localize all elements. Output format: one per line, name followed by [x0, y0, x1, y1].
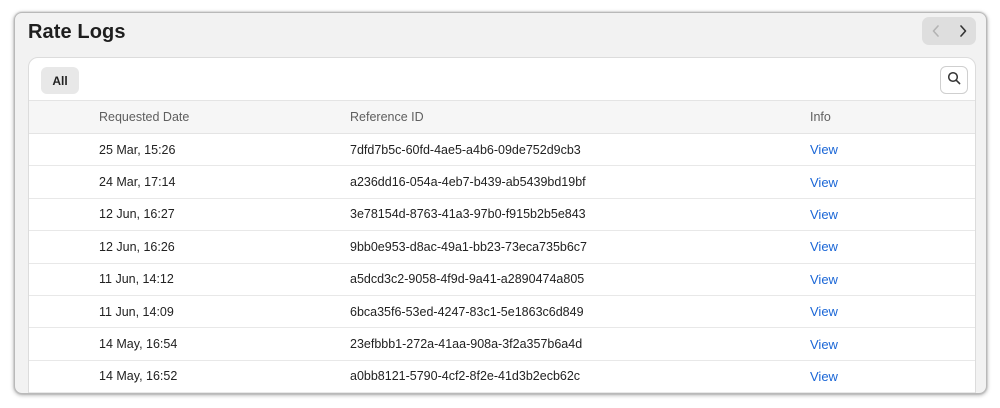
table-row: 14 May, 16:54 23efbbb1-272a-41aa-908a-3f… [29, 328, 975, 361]
requested-date-cell: 14 May, 16:54 [99, 337, 178, 352]
requested-date-cell: 11 Jun, 14:09 [99, 304, 174, 319]
search-button[interactable] [940, 66, 968, 94]
view-link[interactable]: View [810, 231, 838, 262]
column-header-requested-date: Requested Date [99, 110, 190, 124]
reference-id-cell: a5dcd3c2-9058-4f9d-9a41-a2890474a805 [350, 272, 585, 287]
search-icon [947, 71, 961, 90]
reference-id-cell: a236dd16-054a-4eb7-b439-ab5439bd19bf [350, 175, 586, 190]
logs-panel: All Requested Date Reference ID Info 25 … [28, 57, 976, 393]
filter-all-button[interactable]: All [41, 67, 79, 94]
view-link[interactable]: View [810, 199, 838, 230]
chevron-left-icon [931, 25, 941, 37]
nav-forward-button[interactable] [949, 17, 976, 45]
reference-id-cell: 6bca35f6-53ed-4247-83c1-5e1863c6d849 [350, 304, 584, 319]
table-row: 11 Jun, 14:09 6bca35f6-53ed-4247-83c1-5e… [29, 296, 975, 329]
rate-logs-table: Requested Date Reference ID Info 25 Mar,… [29, 100, 975, 393]
table-header: Requested Date Reference ID Info [29, 100, 975, 134]
view-link[interactable]: View [810, 361, 838, 392]
view-link[interactable]: View [810, 296, 838, 327]
reference-id-cell: 3e78154d-8763-41a3-97b0-f915b2b5e843 [350, 207, 586, 222]
reference-id-cell: 9bb0e953-d8ac-49a1-bb23-73eca735b6c7 [350, 239, 588, 254]
requested-date-cell: 24 Mar, 17:14 [99, 175, 176, 190]
requested-date-cell: 12 Jun, 16:27 [99, 207, 175, 222]
nav-button-group [922, 17, 976, 45]
chevron-right-icon [958, 25, 968, 37]
reference-id-cell: a0bb8121-5790-4cf2-8f2e-41d3b2ecb62c [350, 369, 581, 384]
requested-date-cell: 25 Mar, 15:26 [99, 142, 176, 157]
rate-logs-window: Rate Logs All Requested Date Reference I… [14, 12, 987, 394]
column-header-info: Info [810, 110, 831, 124]
table-row: 12 Jun, 16:26 9bb0e953-d8ac-49a1-bb23-73… [29, 231, 975, 264]
reference-id-cell: 7dfd7b5c-60fd-4ae5-a4b6-09de752d9cb3 [350, 142, 581, 157]
page-title: Rate Logs [28, 21, 126, 43]
view-link[interactable]: View [810, 264, 838, 295]
table-row: 14 May, 16:52 a0bb8121-5790-4cf2-8f2e-41… [29, 361, 975, 393]
view-link[interactable]: View [810, 134, 838, 165]
view-link[interactable]: View [810, 328, 838, 359]
view-link[interactable]: View [810, 166, 838, 197]
reference-id-cell: 23efbbb1-272a-41aa-908a-3f2a357b6a4d [350, 337, 583, 352]
requested-date-cell: 14 May, 16:52 [99, 369, 178, 384]
table-row: 24 Mar, 17:14 a236dd16-054a-4eb7-b439-ab… [29, 166, 975, 199]
requested-date-cell: 11 Jun, 14:12 [99, 272, 174, 287]
table-row: 25 Mar, 15:26 7dfd7b5c-60fd-4ae5-a4b6-09… [29, 134, 975, 167]
column-header-reference-id: Reference ID [350, 110, 424, 124]
table-row: 11 Jun, 14:12 a5dcd3c2-9058-4f9d-9a41-a2… [29, 264, 975, 296]
nav-back-button[interactable] [922, 17, 949, 45]
requested-date-cell: 12 Jun, 16:26 [99, 239, 175, 254]
table-row: 12 Jun, 16:27 3e78154d-8763-41a3-97b0-f9… [29, 199, 975, 232]
